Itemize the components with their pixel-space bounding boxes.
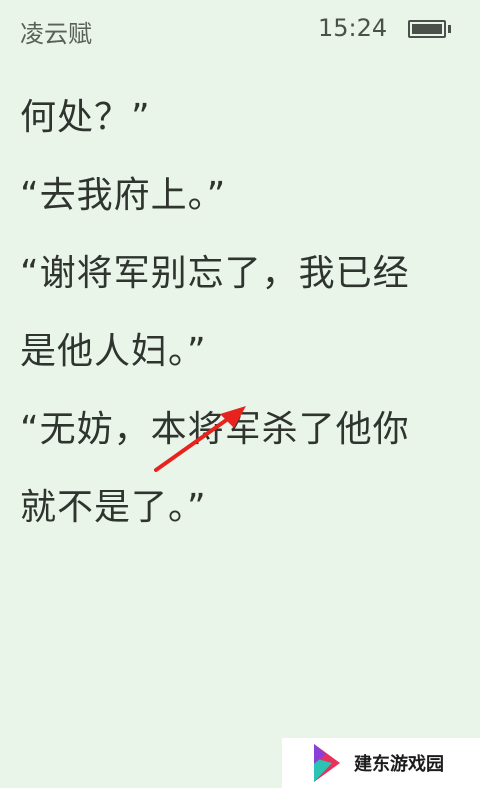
watermark: 建东游戏园 (282, 738, 480, 788)
text-line: “谢将军别忘了，我已经 (20, 253, 410, 294)
text-line: 何处？” (20, 97, 151, 138)
clock: 15:24 (318, 14, 388, 42)
battery-tip (448, 25, 451, 33)
reading-area[interactable]: 何处？” “去我府上。” “谢将军别忘了，我已经 是他人妇。” “无妨，本将军杀… (20, 100, 465, 568)
watermark-text: 建东游戏园 (354, 754, 444, 775)
battery-fill (412, 24, 442, 34)
text-line: 就不是了。” (20, 487, 207, 528)
red-arrow-annotation (154, 406, 246, 472)
battery-icon (408, 20, 446, 38)
book-title: 凌云赋 (20, 20, 92, 48)
status-bar: 凌云赋 15:24 (0, 0, 480, 60)
text-line: “去我府上。” (20, 175, 227, 216)
text-line: 是他人妇。” (20, 331, 207, 372)
play-logo-icon (314, 744, 340, 782)
